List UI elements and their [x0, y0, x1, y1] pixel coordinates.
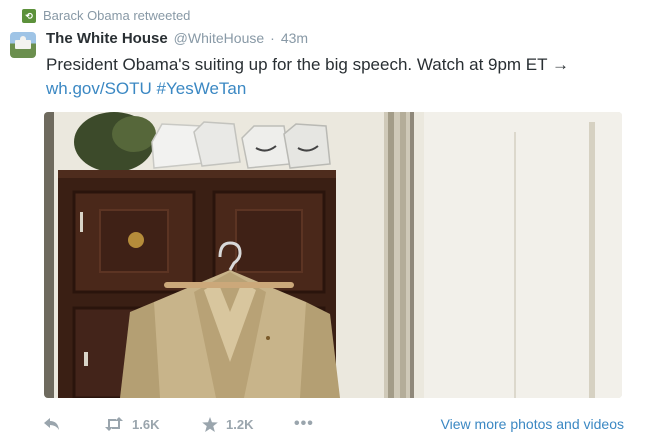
reply-button[interactable]	[44, 418, 104, 430]
author-name[interactable]: The White House	[46, 30, 168, 47]
separator-dot: ·	[270, 30, 275, 46]
tweet-url-link[interactable]: wh.gov/SOTU	[46, 79, 152, 98]
author-handle[interactable]: @WhiteHouse	[174, 30, 264, 46]
tweet-header: The White House @WhiteHouse · 43m	[46, 30, 308, 47]
retweet-context-label: Barack Obama retweeted	[43, 8, 191, 23]
retweet-icon: ⟲	[22, 8, 36, 23]
tweet-timestamp[interactable]: 43m	[281, 30, 308, 46]
view-more-photos-link[interactable]: View more photos and videos	[441, 416, 624, 432]
photo-illustration	[44, 112, 622, 398]
avatar[interactable]	[10, 32, 36, 58]
more-dots-icon: •••	[294, 415, 314, 432]
hashtag-link[interactable]: #YesWeTan	[157, 79, 247, 98]
retweet-context[interactable]: ⟲ Barack Obama retweeted	[22, 8, 190, 23]
retweet-button[interactable]: 1.6K	[104, 417, 202, 432]
favorite-count: 1.2K	[226, 416, 254, 432]
tweet-body: President Obama's suiting up for the big…	[46, 55, 569, 74]
star-icon	[202, 416, 218, 432]
reply-icon	[44, 418, 59, 430]
tweet-card: ⟲ Barack Obama retweeted The White House…	[0, 0, 656, 446]
favorite-button[interactable]: 1.2K	[202, 416, 294, 432]
retweet-arrows-icon	[105, 417, 123, 431]
more-options-button[interactable]: •••	[294, 415, 334, 433]
tweet-text: President Obama's suiting up for the big…	[46, 53, 642, 101]
tweet-actions: 1.6K 1.2K ••• View more photos and video…	[44, 412, 624, 436]
tweet-photo[interactable]	[44, 112, 622, 398]
retweet-count: 1.6K	[132, 416, 160, 432]
white-house-logo-icon	[15, 36, 31, 49]
